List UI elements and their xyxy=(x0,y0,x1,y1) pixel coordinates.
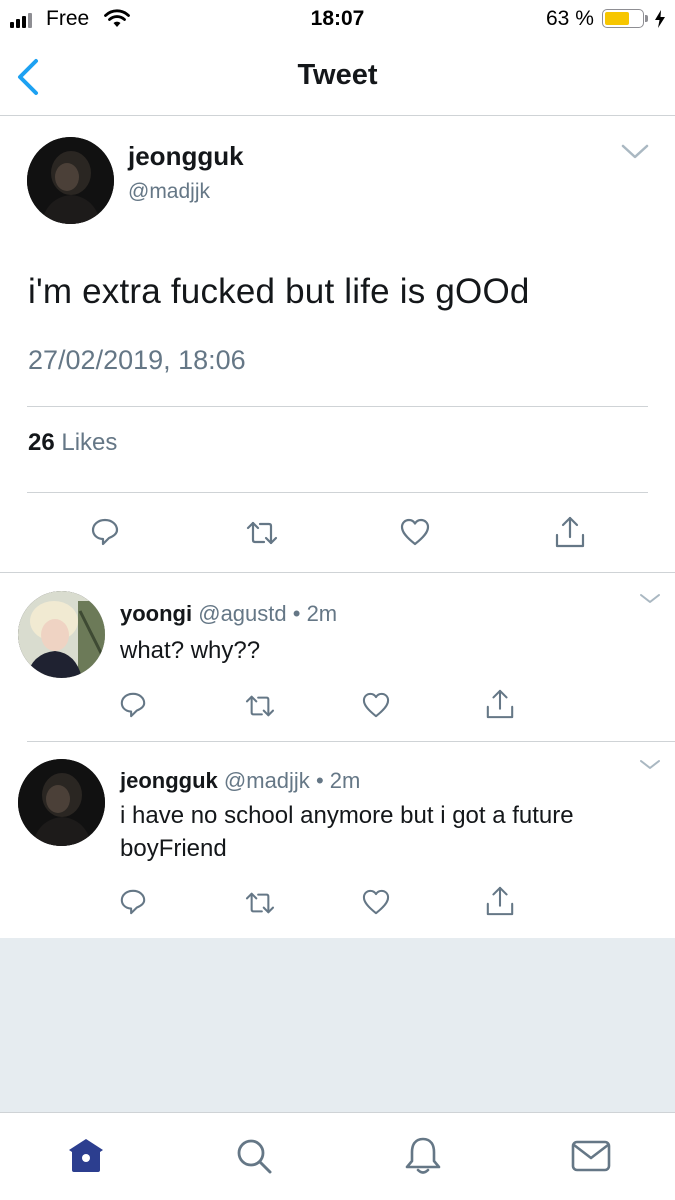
tweet-author-name[interactable]: jeongguk xyxy=(128,141,244,172)
reply-avatar[interactable] xyxy=(18,591,105,678)
reply-button[interactable] xyxy=(119,691,147,719)
likes-label: Likes xyxy=(61,429,118,456)
share-icon xyxy=(486,886,514,916)
reply-author-name[interactable]: yoongi xyxy=(120,601,192,626)
tweet-timestamp: 27/02/2019, 18:06 xyxy=(28,345,246,375)
tab-home[interactable] xyxy=(67,1137,105,1173)
retweet-button[interactable] xyxy=(244,693,276,719)
reply-options-button[interactable] xyxy=(638,758,662,772)
like-button[interactable] xyxy=(362,692,390,718)
messages-icon xyxy=(571,1140,611,1172)
chevron-down-icon xyxy=(621,144,649,159)
share-icon xyxy=(486,689,514,719)
reply-divider xyxy=(27,741,675,742)
likes-number: 26 xyxy=(28,429,55,456)
home-icon xyxy=(69,1139,103,1172)
reply-time: • 2m xyxy=(315,768,361,793)
reply-icon xyxy=(120,889,146,915)
reply-author-name[interactable]: jeongguk xyxy=(120,768,218,793)
retweet-button[interactable] xyxy=(245,519,279,547)
reply-time: • 2m xyxy=(292,601,338,626)
tab-notifications[interactable] xyxy=(404,1135,442,1175)
tweet-section-divider xyxy=(0,572,675,573)
retweet-icon xyxy=(245,695,275,717)
reply-author-handle[interactable]: @madjjk xyxy=(224,768,310,793)
reply-icon xyxy=(120,692,146,718)
tweet-text: i'm extra fucked but life is gOOd xyxy=(28,272,530,311)
retweet-icon xyxy=(246,521,278,545)
chevron-down-icon xyxy=(640,594,660,603)
chevron-down-icon xyxy=(640,760,660,769)
empty-background xyxy=(0,938,675,1112)
tweet-divider xyxy=(27,406,648,407)
retweet-icon xyxy=(245,892,275,914)
notifications-icon xyxy=(405,1137,441,1174)
reply-button[interactable] xyxy=(119,888,147,916)
heart-icon xyxy=(400,518,430,546)
reply-header: jeongguk @madjjk • 2m xyxy=(120,768,360,794)
share-icon xyxy=(555,516,585,548)
tab-search[interactable] xyxy=(235,1137,273,1175)
page-title: Tweet xyxy=(297,59,378,91)
heart-icon xyxy=(362,889,390,915)
likes-divider xyxy=(27,492,648,493)
reply-options-button[interactable] xyxy=(638,592,662,606)
reply-text: what? why?? xyxy=(120,637,261,664)
share-button[interactable] xyxy=(554,515,586,549)
share-button[interactable] xyxy=(485,688,515,720)
avatar[interactable] xyxy=(27,137,114,224)
tab-bar xyxy=(0,1112,675,1200)
tweet-author-handle[interactable]: @madjjk xyxy=(128,180,210,204)
reply-icon xyxy=(91,518,119,546)
heart-icon xyxy=(362,692,390,718)
share-button[interactable] xyxy=(485,885,515,917)
likes-count[interactable]: 26 Likes xyxy=(28,429,117,457)
tab-messages[interactable] xyxy=(571,1140,611,1172)
nav-divider xyxy=(0,115,675,116)
reply-button[interactable] xyxy=(90,517,120,547)
like-button[interactable] xyxy=(362,889,390,915)
charging-icon xyxy=(654,10,666,28)
battery-percentage: 63 % xyxy=(546,7,594,30)
reply-header: yoongi @agustd • 2m xyxy=(120,601,337,627)
like-button[interactable] xyxy=(400,518,430,546)
tweet-options-button[interactable] xyxy=(620,143,650,161)
battery-tip xyxy=(645,15,648,22)
retweet-button[interactable] xyxy=(244,890,276,916)
reply-text: i have no school anymore but i got a fut… xyxy=(120,802,574,862)
status-bar: Free 18:07 63 % xyxy=(0,0,675,40)
reply-author-handle[interactable]: @agustd xyxy=(198,601,286,626)
search-icon xyxy=(237,1139,272,1174)
battery-icon xyxy=(602,9,644,28)
reply-avatar[interactable] xyxy=(18,759,105,846)
